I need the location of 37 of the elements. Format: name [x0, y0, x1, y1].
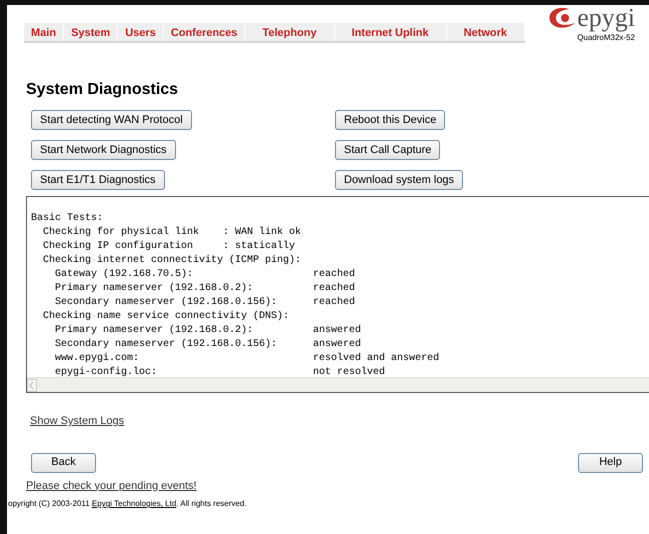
action-button[interactable]: Start detecting WAN Protocol	[31, 110, 192, 130]
scroll-left-icon[interactable]	[27, 378, 37, 392]
model-name: QuadroM32x-52	[577, 32, 635, 44]
output-line: Checking internet connectivity (ICMP ping):	[42, 254, 302, 268]
copyright-text: opyright (C) 2003-2011 Epygi Technologies, Ltd. All rights reserved.	[8, 498, 248, 510]
menu-item[interactable]: Users	[118, 23, 164, 41]
pending-events-link[interactable]: Please check your pending events!	[26, 478, 197, 494]
output-line: epygi-config.loc: not resolved	[54, 366, 386, 377]
output-line: www.epygi.com: resolved and answered	[54, 352, 440, 366]
action-button[interactable]: Download system logs	[335, 170, 464, 190]
action-button[interactable]: Start Network Diagnostics	[31, 140, 176, 160]
horizontal-scrollbar[interactable]	[27, 377, 649, 392]
output-line: Secondary nameserver (192.168.0.156): reached	[54, 296, 356, 310]
menu-item[interactable]: Main	[24, 23, 64, 41]
brand-name: epygi	[577, 6, 635, 30]
output-line: Basic Tests:	[31, 212, 104, 226]
menu-item[interactable]: Network	[446, 23, 526, 41]
help-button[interactable]: Help	[578, 452, 643, 472]
page-title: System Diagnostics	[26, 80, 180, 100]
action-button[interactable]: Start Call Capture	[335, 140, 440, 160]
action-button[interactable]: Start E1/T1 Diagnostics	[31, 170, 165, 190]
back-button[interactable]: Back	[31, 452, 96, 472]
menu-item[interactable]: System	[64, 23, 118, 41]
output-line: Primary nameserver (192.168.0.2): reached	[54, 282, 356, 296]
output-line: Gateway (192.168.70.5): reached	[54, 268, 356, 282]
output-line: Primary nameserver (192.168.0.2): answered	[54, 324, 362, 338]
output-line: Secondary nameserver (192.168.0.156): answered	[54, 338, 362, 352]
menu-item[interactable]: Internet Uplink	[334, 23, 447, 41]
output-line: Checking for physical link : WAN link ok	[42, 226, 302, 240]
output-line: Checking name service connectivity (DNS):	[42, 310, 290, 324]
show-logs-link[interactable]: Show System Logs	[30, 413, 124, 430]
output-line: Checking IP configuration : statically	[42, 240, 296, 254]
menu-item[interactable]: Telephony	[245, 23, 335, 41]
company-link[interactable]: Epygi Technologies, Ltd	[92, 499, 176, 508]
menu-item[interactable]: Conferences	[164, 23, 246, 41]
action-button[interactable]: Reboot this Device	[335, 110, 446, 130]
logo-swirl-icon	[547, 6, 578, 30]
